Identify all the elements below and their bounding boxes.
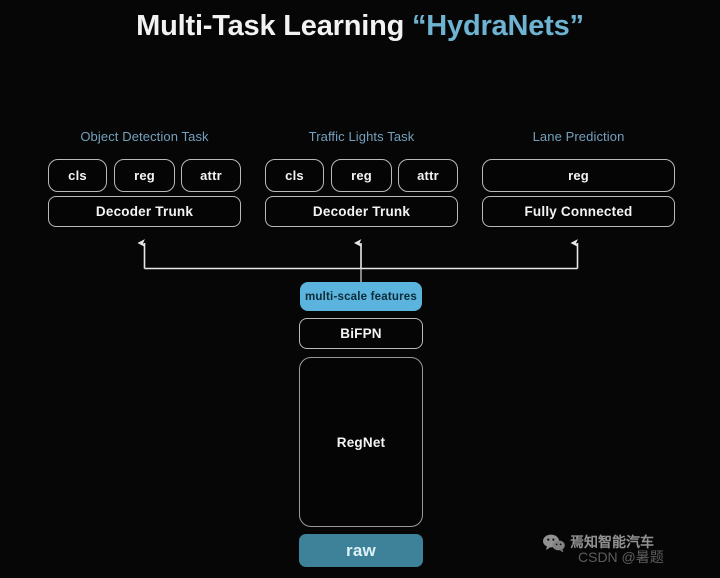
node-traffic-lights-reg[interactable]: reg — [331, 159, 392, 192]
node-regnet[interactable]: RegNet — [299, 357, 423, 527]
page-title-main: Multi-Task Learning — [136, 10, 405, 42]
column-header-object-detection: Object Detection Task — [80, 129, 209, 144]
node-traffic-lights-trunk[interactable]: Decoder Trunk — [265, 196, 458, 227]
page-title: Multi-Task Learning “HydraNets” — [0, 10, 720, 43]
watermark-line-2: CSDN @暑题 — [578, 549, 664, 565]
node-bifpn[interactable]: BiFPN — [299, 318, 423, 349]
node-object-detection-reg[interactable]: reg — [114, 159, 175, 192]
column-header-lane-prediction: Lane Prediction — [532, 129, 625, 144]
node-lane-prediction-reg[interactable]: reg — [482, 159, 675, 192]
node-lane-prediction-fully-connected[interactable]: Fully Connected — [482, 196, 675, 227]
column-header-traffic-lights: Traffic Lights Task — [308, 129, 415, 144]
node-multi-scale-features[interactable]: multi-scale features — [300, 282, 422, 311]
node-traffic-lights-cls[interactable]: cls — [265, 159, 324, 192]
watermark: 焉知智能汽车 CSDN @暑题 — [542, 532, 712, 574]
page-title-accent: “HydraNets” — [411, 10, 584, 42]
node-object-detection-attr[interactable]: attr — [181, 159, 241, 192]
node-object-detection-trunk[interactable]: Decoder Trunk — [48, 196, 241, 227]
wechat-icon — [543, 534, 565, 553]
node-traffic-lights-attr[interactable]: attr — [398, 159, 458, 192]
node-object-detection-cls[interactable]: cls — [48, 159, 107, 192]
node-raw[interactable]: raw — [299, 534, 423, 567]
